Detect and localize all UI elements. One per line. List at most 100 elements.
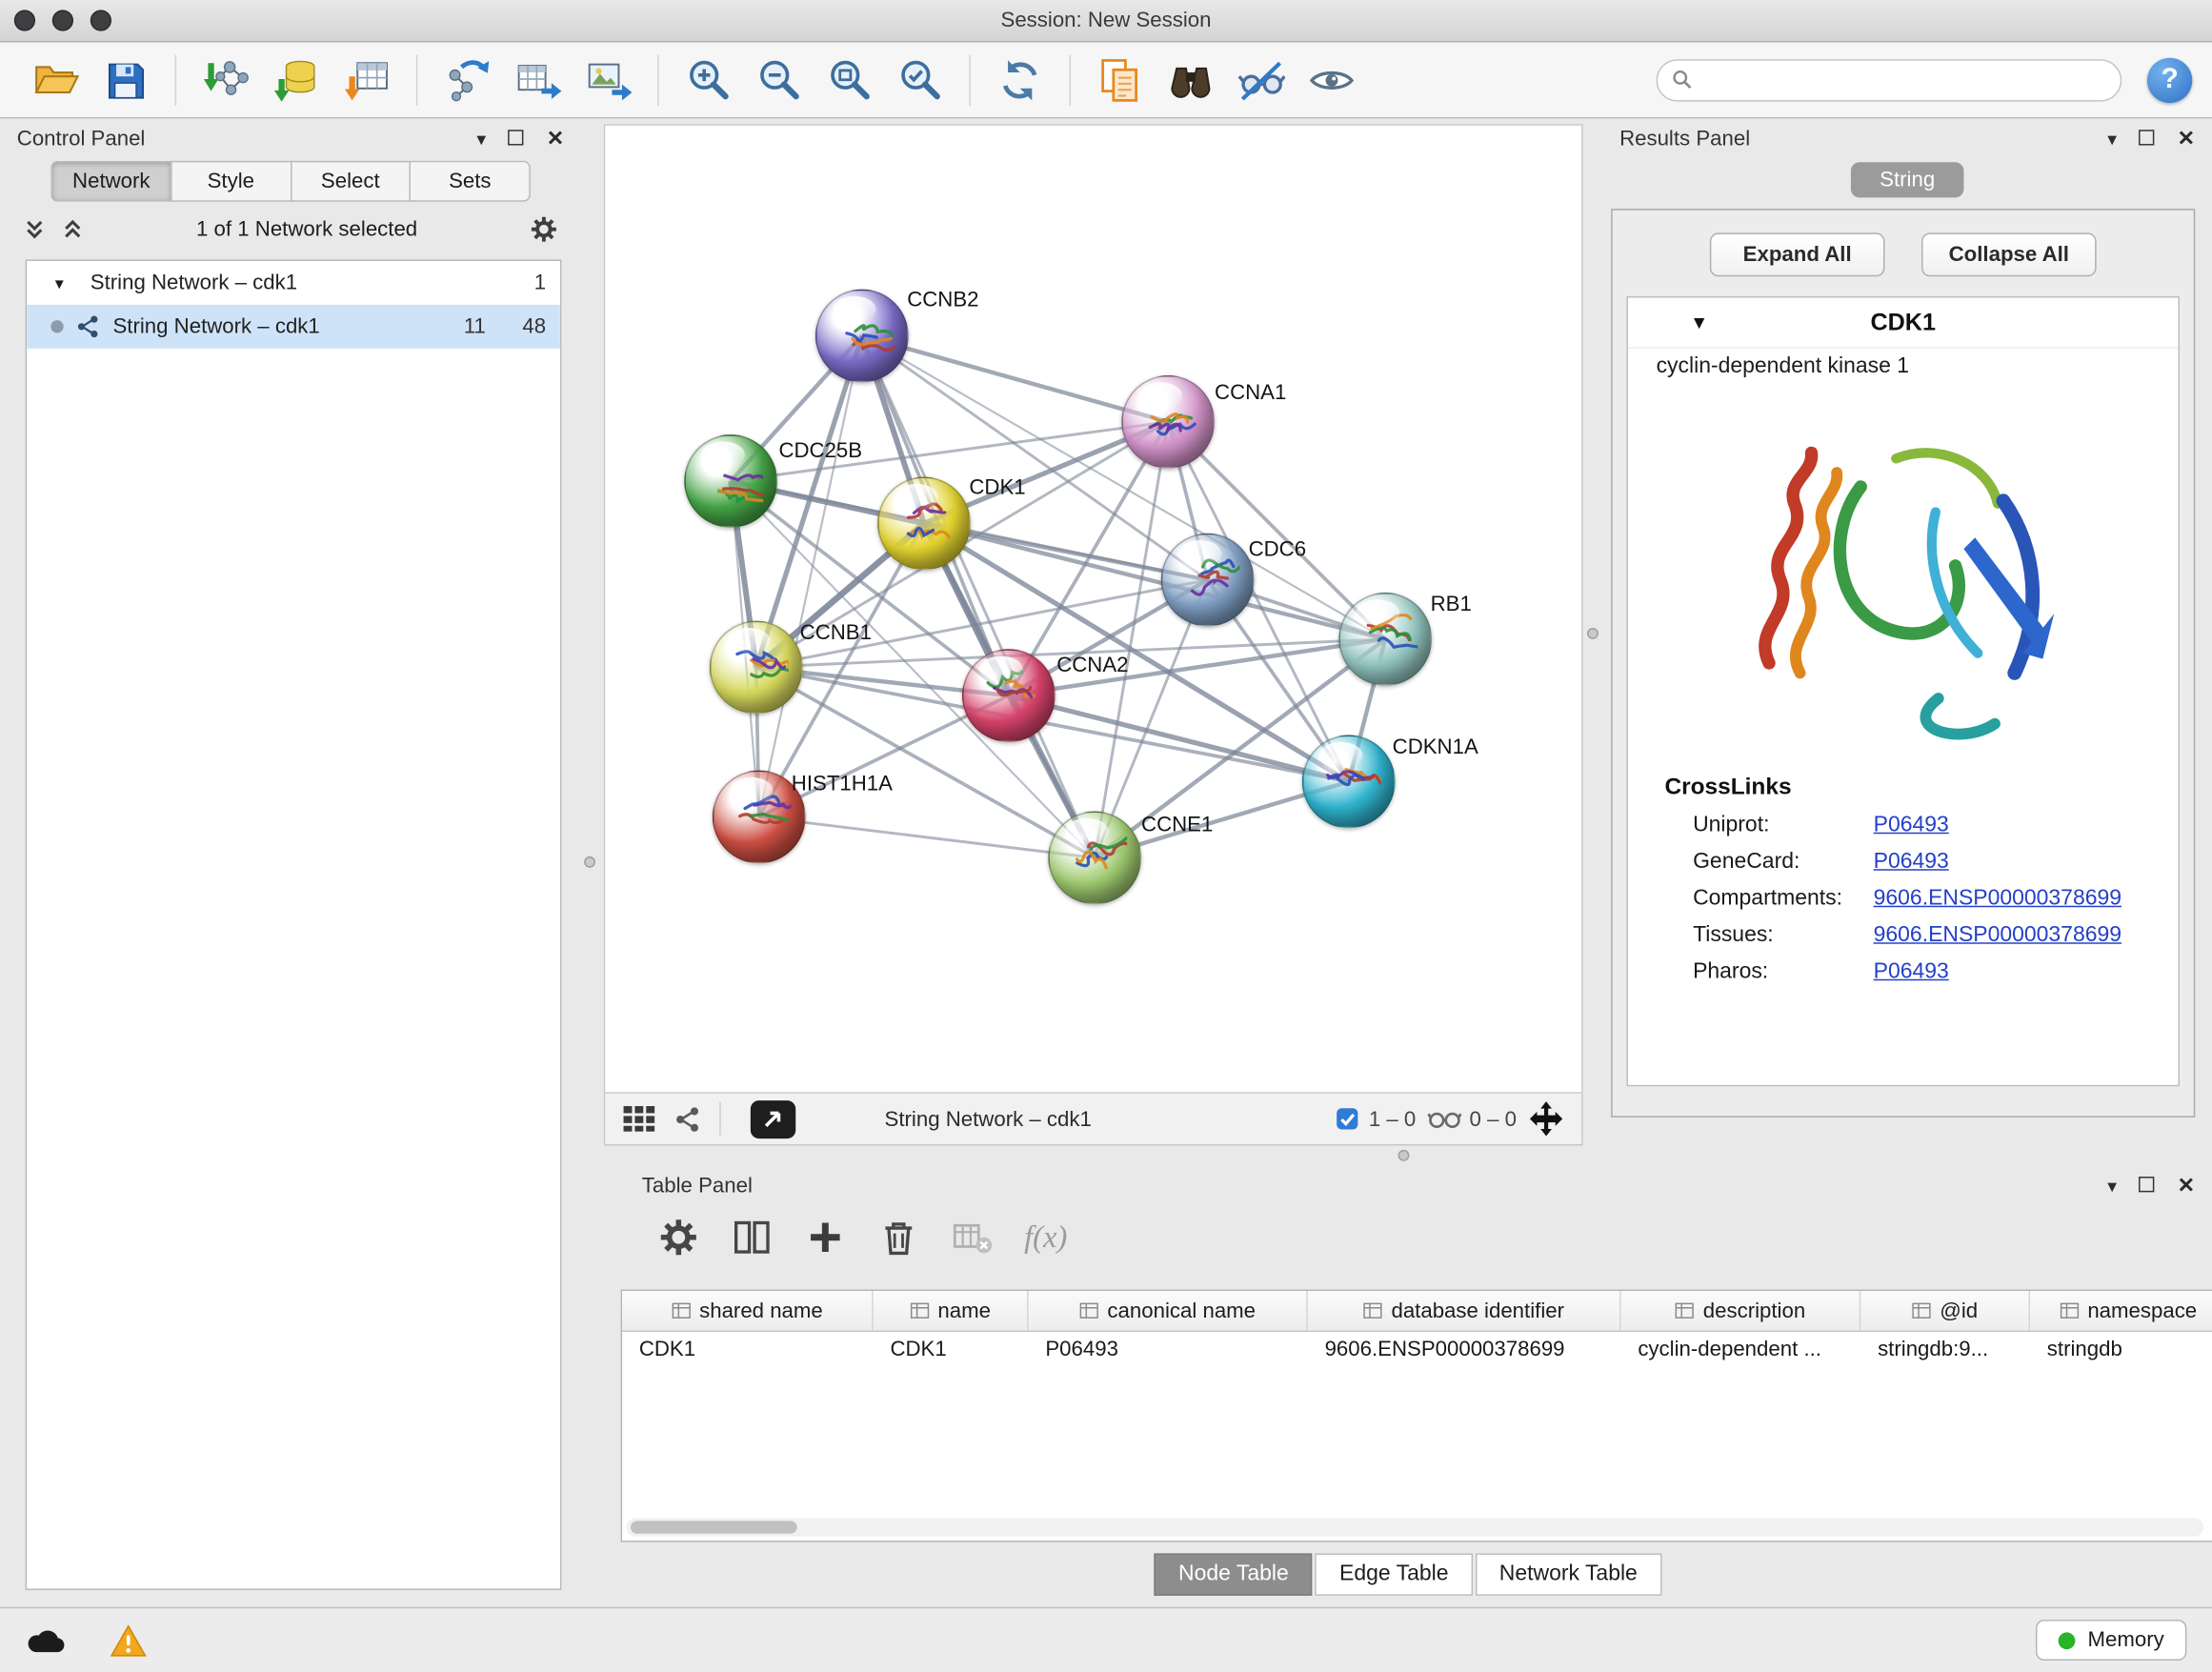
crosslink-link[interactable]: P06493: [1874, 813, 1949, 838]
results-tab-string[interactable]: String: [1852, 162, 1963, 197]
horizontal-splitter-grip[interactable]: [1398, 1150, 1410, 1161]
close-window-button[interactable]: [14, 10, 35, 30]
panel-float-button[interactable]: ▾: [476, 130, 486, 148]
cloud-icon[interactable]: [26, 1626, 68, 1655]
import-network-file-button[interactable]: [196, 50, 255, 110]
panel-maximize-button[interactable]: [2140, 1173, 2155, 1197]
crosslink-link[interactable]: 9606.ENSP00000378699: [1874, 923, 2122, 949]
show-columns-icon[interactable]: [731, 1217, 773, 1259]
zoom-out-button[interactable]: [749, 50, 808, 110]
open-in-browser-button[interactable]: [751, 1099, 795, 1138]
network-collection-row[interactable]: ▾ String Network – cdk1 1: [27, 261, 560, 305]
import-table-button[interactable]: [337, 50, 396, 110]
add-column-icon[interactable]: [804, 1217, 846, 1259]
network-node-cdc6[interactable]: [1161, 534, 1255, 627]
network-row-selected[interactable]: String Network – cdk1 11 48: [27, 305, 560, 349]
hide-selected-button[interactable]: [1232, 50, 1291, 110]
share-view-icon[interactable]: [674, 1105, 701, 1132]
export-table-button[interactable]: [508, 50, 567, 110]
network-edge[interactable]: [862, 335, 1095, 857]
checkbox-icon[interactable]: [1335, 1106, 1360, 1132]
pan-move-icon[interactable]: [1528, 1100, 1565, 1138]
expand-all-button[interactable]: Expand All: [1710, 232, 1885, 276]
gear-icon[interactable]: [529, 214, 558, 244]
panel-maximize-button[interactable]: [2140, 127, 2155, 151]
expand-all-chevrons-icon[interactable]: [23, 217, 47, 241]
table-cell[interactable]: cyclin-dependent ...: [1621, 1332, 1861, 1371]
grid-view-icon[interactable]: [622, 1105, 656, 1134]
network-edge[interactable]: [759, 816, 1095, 857]
delete-column-trash-icon[interactable]: [877, 1217, 919, 1259]
control-panel-tab-style[interactable]: Style: [171, 161, 291, 202]
zoom-window-button[interactable]: [90, 10, 111, 30]
collapse-all-chevrons-icon[interactable]: [61, 217, 85, 241]
table-tab-edge-table[interactable]: Edge Table: [1316, 1553, 1473, 1595]
network-node-ccnb2[interactable]: [815, 290, 909, 383]
collapse-all-button[interactable]: Collapse All: [1921, 232, 2097, 276]
gene-collapse-triangle-icon[interactable]: ▼: [1690, 312, 1708, 332]
column-header--id[interactable]: @id: [1860, 1291, 2030, 1330]
network-node-cdk1[interactable]: [877, 477, 971, 571]
panel-close-button[interactable]: ✕: [2178, 1175, 2196, 1196]
network-node-cdkn1a[interactable]: [1302, 735, 1396, 829]
control-panel-tab-select[interactable]: Select: [290, 161, 410, 202]
disclosure-triangle-icon[interactable]: ▾: [55, 273, 78, 293]
table-cell[interactable]: 9606.ENSP00000378699: [1308, 1332, 1621, 1371]
table-cell[interactable]: P06493: [1029, 1332, 1308, 1371]
crosslink-link[interactable]: 9606.ENSP00000378699: [1874, 886, 2122, 912]
show-all-button[interactable]: [1302, 50, 1361, 110]
column-header-canonical-name[interactable]: canonical name: [1029, 1291, 1308, 1330]
column-header-description[interactable]: description: [1621, 1291, 1861, 1330]
column-header-name[interactable]: name: [874, 1291, 1029, 1330]
control-panel-tab-sets[interactable]: Sets: [410, 161, 531, 202]
table-cell[interactable]: CDK1: [874, 1332, 1029, 1371]
network-edge[interactable]: [759, 335, 862, 816]
network-node-ccna2[interactable]: [962, 649, 1056, 742]
minimize-window-button[interactable]: [52, 10, 73, 30]
column-header-namespace[interactable]: namespace: [2030, 1291, 2212, 1330]
right-splitter-grip[interactable]: [1587, 628, 1599, 639]
control-panel-tab-network[interactable]: Network: [50, 161, 171, 202]
network-node-ccne1[interactable]: [1048, 812, 1141, 905]
apply-layout-button[interactable]: [991, 50, 1050, 110]
save-session-button[interactable]: [96, 50, 155, 110]
network-node-cdc25b[interactable]: [684, 434, 777, 528]
duplicate-network-button[interactable]: [1091, 50, 1150, 110]
horizontal-scrollbar[interactable]: [627, 1518, 2204, 1536]
crosslink-link[interactable]: P06493: [1874, 850, 1949, 876]
panel-maximize-button[interactable]: [509, 127, 524, 151]
table-cell[interactable]: stringdb: [2030, 1332, 2212, 1371]
zoom-selected-button[interactable]: [890, 50, 949, 110]
column-header-database-identifier[interactable]: database identifier: [1308, 1291, 1621, 1330]
export-network-button[interactable]: [437, 50, 496, 110]
zoom-fit-button[interactable]: [819, 50, 878, 110]
memory-button[interactable]: Memory: [2036, 1620, 2187, 1661]
table-tab-network-table[interactable]: Network Table: [1476, 1553, 1661, 1595]
network-canvas[interactable]: CCNB2CCNA1CDC25BCDK1CDC6RB1CCNB1CCNA2CDK…: [605, 126, 1581, 1092]
import-network-database-button[interactable]: [267, 50, 326, 110]
panel-float-button[interactable]: ▾: [2107, 130, 2117, 148]
scrollbar-thumb[interactable]: [631, 1521, 797, 1533]
export-image-button[interactable]: [578, 50, 637, 110]
network-node-ccna1[interactable]: [1121, 375, 1215, 469]
table-row[interactable]: CDK1CDK1P064939606.ENSP00000378699cyclin…: [622, 1332, 2212, 1371]
help-button[interactable]: ?: [2147, 57, 2192, 102]
table-tab-node-table[interactable]: Node Table: [1155, 1553, 1313, 1595]
network-node-rb1[interactable]: [1338, 593, 1432, 686]
table-settings-gear-icon[interactable]: [657, 1217, 699, 1259]
panel-close-button[interactable]: ✕: [2178, 128, 2196, 149]
search-input[interactable]: [1702, 69, 2106, 91]
left-splitter-grip[interactable]: [584, 856, 595, 868]
search-box[interactable]: [1657, 58, 2122, 100]
panel-float-button[interactable]: ▾: [2107, 1176, 2117, 1194]
column-header-shared-name[interactable]: shared name: [622, 1291, 874, 1330]
network-node-ccnb1[interactable]: [710, 621, 803, 715]
warning-icon[interactable]: [111, 1623, 148, 1658]
birds-eye-view-button[interactable]: [1161, 50, 1220, 110]
glasses-icon[interactable]: [1427, 1108, 1461, 1131]
table-cell[interactable]: stringdb:9...: [1860, 1332, 2030, 1371]
zoom-in-button[interactable]: [678, 50, 737, 110]
open-session-button[interactable]: [26, 50, 85, 110]
table-cell[interactable]: CDK1: [622, 1332, 874, 1371]
panel-close-button[interactable]: ✕: [547, 128, 565, 149]
